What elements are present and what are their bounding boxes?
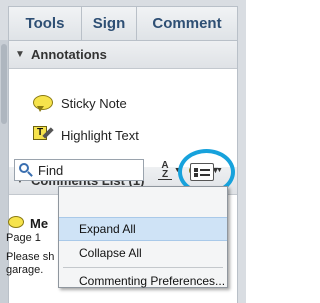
comment-text-line2: garage. [6,264,44,276]
tab-sign[interactable]: Sign [81,7,137,40]
highlight-text-icon: T [31,125,57,145]
find-field[interactable] [14,159,144,181]
top-tabs: Tools Sign Comment [8,6,238,40]
annotations-header[interactable]: ▼ Annotations [9,41,237,69]
left-scroll-thumb[interactable] [1,44,7,124]
sticky-note-label: Sticky Note [61,95,127,111]
menu-item-commenting-preferences[interactable]: Commenting Preferences... [59,269,227,293]
sort-az-icon: AZ [158,160,172,180]
sticky-note-icon [31,93,57,113]
comment-author: Me [30,216,49,231]
menu-item-collapse-all[interactable]: Collapse All [59,241,227,265]
annotation-item-sticky-note[interactable]: Sticky Note [31,93,127,113]
options-menu: Expand All Collapse All Commenting Prefe… [58,186,228,288]
chevron-down-icon: ▼ [15,49,25,60]
comment-page: Page 1 [6,232,41,244]
annotation-item-highlight-text[interactable]: T Highlight Text [31,125,139,145]
tab-comment[interactable]: Comment [137,7,237,40]
highlight-text-label: Highlight Text [61,127,139,143]
annotations-title: Annotations [31,47,107,62]
menu-item-expand-all[interactable]: Expand All [59,217,227,241]
find-input[interactable] [38,162,138,178]
comment-text-line1: Please sh [6,251,55,263]
sticky-note-icon [8,216,24,228]
search-icon [18,162,34,178]
menu-separator [63,267,223,268]
tab-tools[interactable]: Tools [9,7,81,40]
